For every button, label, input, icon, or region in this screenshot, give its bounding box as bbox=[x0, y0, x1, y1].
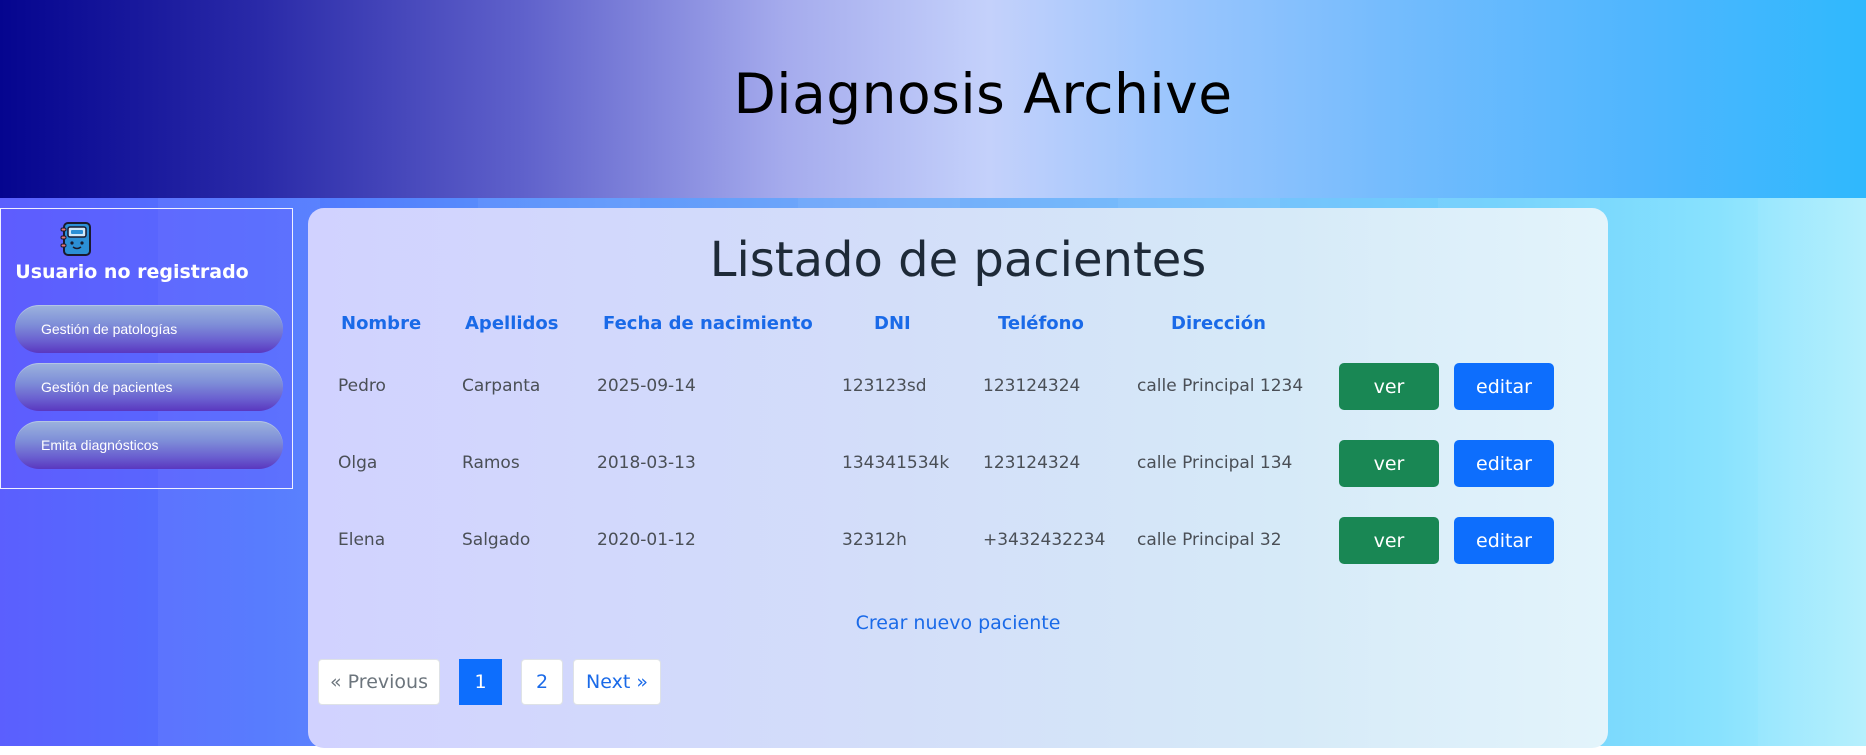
cell-telefono: +3432432234 bbox=[983, 530, 1106, 550]
column-header-direccion: Dirección bbox=[1171, 313, 1266, 334]
patients-card: Listado de pacientes Nombre Apellidos Fe… bbox=[308, 208, 1608, 748]
cell-nombre: Elena bbox=[338, 530, 386, 550]
pagination-page-1[interactable]: 1 bbox=[459, 659, 502, 705]
cell-nombre: Olga bbox=[338, 453, 378, 473]
cell-apellidos: Carpanta bbox=[462, 376, 541, 396]
cell-direccion: calle Principal 134 bbox=[1137, 453, 1293, 473]
page-header: Diagnosis Archive bbox=[0, 0, 1866, 198]
cell-direccion: calle Principal 32 bbox=[1137, 530, 1282, 550]
view-button[interactable]: ver bbox=[1339, 517, 1439, 564]
sidebar-item-patients[interactable]: Gestión de pacientes bbox=[15, 363, 283, 411]
edit-button[interactable]: editar bbox=[1454, 440, 1554, 487]
pagination-page-2[interactable]: 2 bbox=[521, 659, 563, 705]
cell-fecha: 2020-01-12 bbox=[597, 530, 696, 550]
notebook-icon bbox=[59, 221, 95, 257]
cell-apellidos: Salgado bbox=[462, 530, 531, 550]
cell-dni: 134341534k bbox=[842, 453, 950, 473]
page-title: Listado de pacientes bbox=[709, 232, 1207, 288]
pagination-previous[interactable]: « Previous bbox=[318, 659, 440, 705]
column-header-telefono: Teléfono bbox=[998, 313, 1084, 334]
cell-telefono: 123124324 bbox=[983, 453, 1081, 473]
create-patient-link[interactable]: Crear nuevo paciente bbox=[308, 612, 1608, 634]
cell-dni: 123123sd bbox=[842, 376, 927, 396]
cell-direccion: calle Principal 1234 bbox=[1137, 376, 1304, 396]
cell-nombre: Pedro bbox=[338, 376, 386, 396]
column-header-apellidos: Apellidos bbox=[465, 313, 559, 334]
view-button[interactable]: ver bbox=[1339, 363, 1439, 410]
edit-button[interactable]: editar bbox=[1454, 363, 1554, 410]
column-header-fecha: Fecha de nacimiento bbox=[603, 313, 813, 334]
cell-apellidos: Ramos bbox=[462, 453, 520, 473]
pagination-next[interactable]: Next » bbox=[573, 659, 661, 705]
cell-fecha: 2025-09-14 bbox=[597, 376, 696, 396]
edit-button[interactable]: editar bbox=[1454, 517, 1554, 564]
app-title: Diagnosis Archive bbox=[733, 62, 1233, 126]
column-header-nombre: Nombre bbox=[341, 313, 422, 334]
sidebar-item-diagnoses[interactable]: Emita diagnósticos bbox=[15, 421, 283, 469]
user-status-label: Usuario no registrado bbox=[15, 261, 249, 283]
cell-dni: 32312h bbox=[842, 530, 907, 550]
sidebar: Usuario no registrado Gestión de patolog… bbox=[0, 208, 293, 489]
column-header-dni: DNI bbox=[874, 313, 911, 334]
cell-telefono: 123124324 bbox=[983, 376, 1081, 396]
view-button[interactable]: ver bbox=[1339, 440, 1439, 487]
sidebar-item-pathologies[interactable]: Gestión de patologías bbox=[15, 305, 283, 353]
cell-fecha: 2018-03-13 bbox=[597, 453, 696, 473]
